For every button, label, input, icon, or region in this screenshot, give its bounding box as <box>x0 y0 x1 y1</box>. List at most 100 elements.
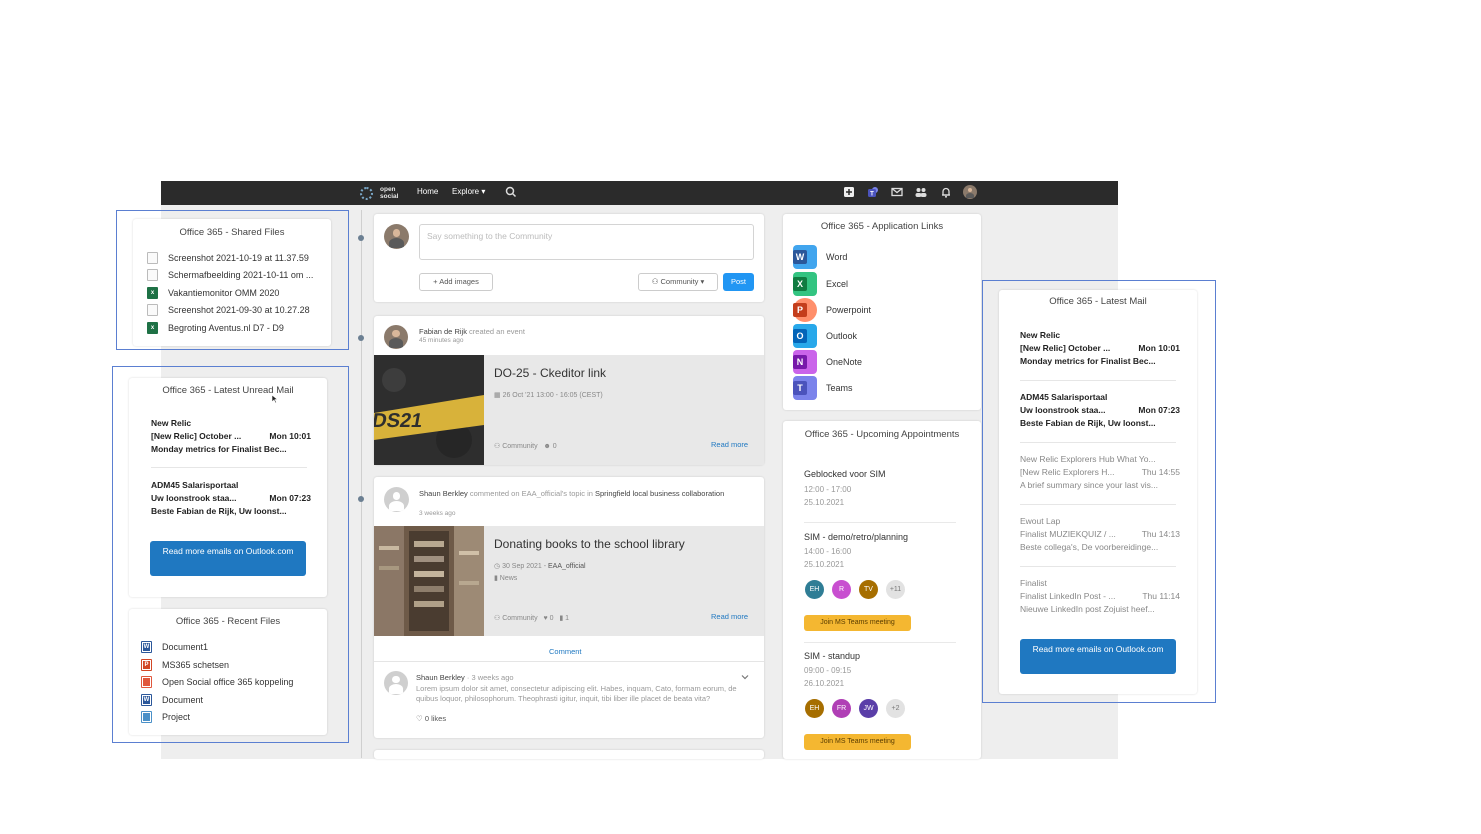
comment-link[interactable]: Comment <box>549 647 582 656</box>
enrollment-count: 0 <box>552 443 557 450</box>
mail-icon[interactable] <box>890 185 904 199</box>
post-input[interactable]: Say something to the Community <box>419 224 754 260</box>
attendee-avatar: EH <box>805 699 824 718</box>
join-teams-meeting-button[interactable]: Join MS Teams meeting <box>804 734 911 750</box>
onenote-icon: N <box>793 350 817 374</box>
appointments-card: Office 365 - Upcoming Appointments Geblo… <box>783 421 981 759</box>
app-links-card: Office 365 - Application Links W Word X … <box>783 214 981 410</box>
avatar[interactable] <box>384 487 409 512</box>
app-link-label: Teams <box>826 383 853 393</box>
event-stats: ⚇ Community ☻ 0 <box>494 442 557 450</box>
calendar-icon: ▦ <box>494 392 503 399</box>
avatar <box>384 224 409 249</box>
top-navigation-bar: open social Home Explore ▾ T <box>161 181 1118 205</box>
chevron-down-icon: ▾ <box>481 187 486 196</box>
topic-stats: ⚇ Community ♥ 0 ▮ 1 <box>494 614 569 622</box>
clock-icon: ◷ <box>494 563 503 570</box>
event-visibility: Community <box>502 443 538 450</box>
app-link-label: OneNote <box>826 357 863 367</box>
visibility-value: Community <box>660 277 699 286</box>
read-more-link[interactable]: Read more <box>711 440 748 449</box>
next-post-card <box>374 750 764 759</box>
comment-author[interactable]: Shaun Berkley <box>416 673 465 682</box>
more-attendees-badge: +11 <box>886 580 905 599</box>
topic-tag: ▮ News <box>494 574 517 582</box>
comment-likes[interactable]: ♡ 0 likes <box>416 714 446 723</box>
app-link-label: Powerpoint <box>826 305 872 315</box>
timeline-dot <box>358 335 364 341</box>
comment-body: Lorem ipsum dolor sit amet, consectetur … <box>416 684 737 703</box>
activity-header: Shaun Berkley commented on EAA_official'… <box>419 488 739 499</box>
comment-time: 3 weeks ago <box>471 673 514 682</box>
avatar[interactable] <box>384 671 408 695</box>
topic-image <box>374 526 484 636</box>
appointment-title[interactable]: SIM - standup <box>804 651 860 661</box>
activity-action: commented on EAA_official's topic in <box>469 489 593 498</box>
event-date-text: 26 Oct '21 13:00 - 16:05 (CEST) <box>502 392 603 399</box>
teams-icon[interactable]: T <box>866 185 880 199</box>
topic-author[interactable]: EAA_official <box>548 563 586 570</box>
group-icon: ⚇ <box>494 615 503 622</box>
read-more-link[interactable]: Read more <box>711 612 748 621</box>
person-icon: ☻ <box>543 443 553 450</box>
group-icon[interactable] <box>914 185 928 199</box>
highlight-box-mail-and-files <box>112 366 349 743</box>
author-link[interactable]: Shaun Berkley <box>419 489 468 498</box>
comment-header: Shaun Berkley · 3 weeks ago <box>416 673 514 682</box>
attendee-avatar: R <box>832 580 851 599</box>
word-icon: W <box>793 245 817 269</box>
divider <box>804 642 956 643</box>
divider <box>374 661 764 662</box>
add-images-button[interactable]: + Add images <box>419 273 493 291</box>
activity-time: 3 weeks ago <box>419 510 456 517</box>
timeline-dot <box>358 235 364 241</box>
visibility-select[interactable]: ⚇ Community ▾ <box>638 273 718 291</box>
post-button[interactable]: Post <box>723 273 754 291</box>
appointment-title[interactable]: SIM - demo/retro/planning <box>804 532 908 542</box>
appointment-title[interactable]: Geblocked voor SIM <box>804 469 886 479</box>
chevron-down-icon[interactable] <box>741 673 749 681</box>
comment-likes-text: 0 likes <box>424 714 447 723</box>
event-date: ▦ 26 Oct '21 13:00 - 16:05 (CEST) <box>494 391 603 399</box>
svg-text:T: T <box>870 192 874 198</box>
appointment-date: 25.10.2021 <box>804 560 845 569</box>
topic-date-text: 30 Sep 2021 <box>502 563 542 570</box>
app-link-label: Excel <box>826 279 849 289</box>
add-icon[interactable] <box>842 185 856 199</box>
author-link[interactable]: Fabian de Rijk <box>419 327 467 336</box>
teams-icon: T <box>793 376 817 400</box>
group-icon: ⚇ <box>651 277 661 286</box>
activity-time: 45 minutes ago <box>419 337 464 344</box>
likes-count: 0 <box>549 615 554 622</box>
nav-home[interactable]: Home <box>417 187 438 196</box>
brand-text: open social <box>380 186 399 200</box>
timeline-dot <box>358 496 364 502</box>
topic-date: ◷ 30 Sep 2021 - EAA_official <box>494 563 586 570</box>
open-social-logo-icon <box>360 187 373 200</box>
attendee-avatar: TV <box>859 580 878 599</box>
nav-explore[interactable]: Explore ▾ <box>452 187 485 196</box>
app-links-title: Office 365 - Application Links <box>820 221 944 232</box>
appointments-title: Office 365 - Upcoming Appointments <box>804 429 960 440</box>
appointment-date: 25.10.2021 <box>804 498 845 507</box>
user-avatar[interactable] <box>963 185 977 199</box>
attendee-avatar: JW <box>859 699 878 718</box>
activity-action: created an event <box>469 327 525 336</box>
highlight-box-shared-files <box>116 210 349 350</box>
topic-visibility: Community <box>502 615 538 622</box>
app-link-label: Word <box>826 252 848 262</box>
search-icon[interactable] <box>504 185 518 199</box>
attendee-avatar: FR <box>832 699 851 718</box>
chevron-down-icon: ▾ <box>698 277 705 286</box>
bell-icon[interactable] <box>939 185 953 199</box>
activity-header: Fabian de Rijk created an event <box>419 327 525 336</box>
nav-explore-label: Explore <box>452 187 480 196</box>
topic-title[interactable]: Donating books to the school library <box>494 537 685 551</box>
event-title[interactable]: DO-25 - Ckeditor link <box>494 366 606 380</box>
group-link[interactable]: Springfield local business collaboration <box>595 489 724 498</box>
appointment-date: 26.10.2021 <box>804 679 845 688</box>
avatar[interactable] <box>384 325 408 349</box>
more-attendees-badge: +2 <box>886 699 905 718</box>
brand-logo[interactable]: open social <box>358 185 408 201</box>
join-teams-meeting-button[interactable]: Join MS Teams meeting <box>804 615 911 631</box>
